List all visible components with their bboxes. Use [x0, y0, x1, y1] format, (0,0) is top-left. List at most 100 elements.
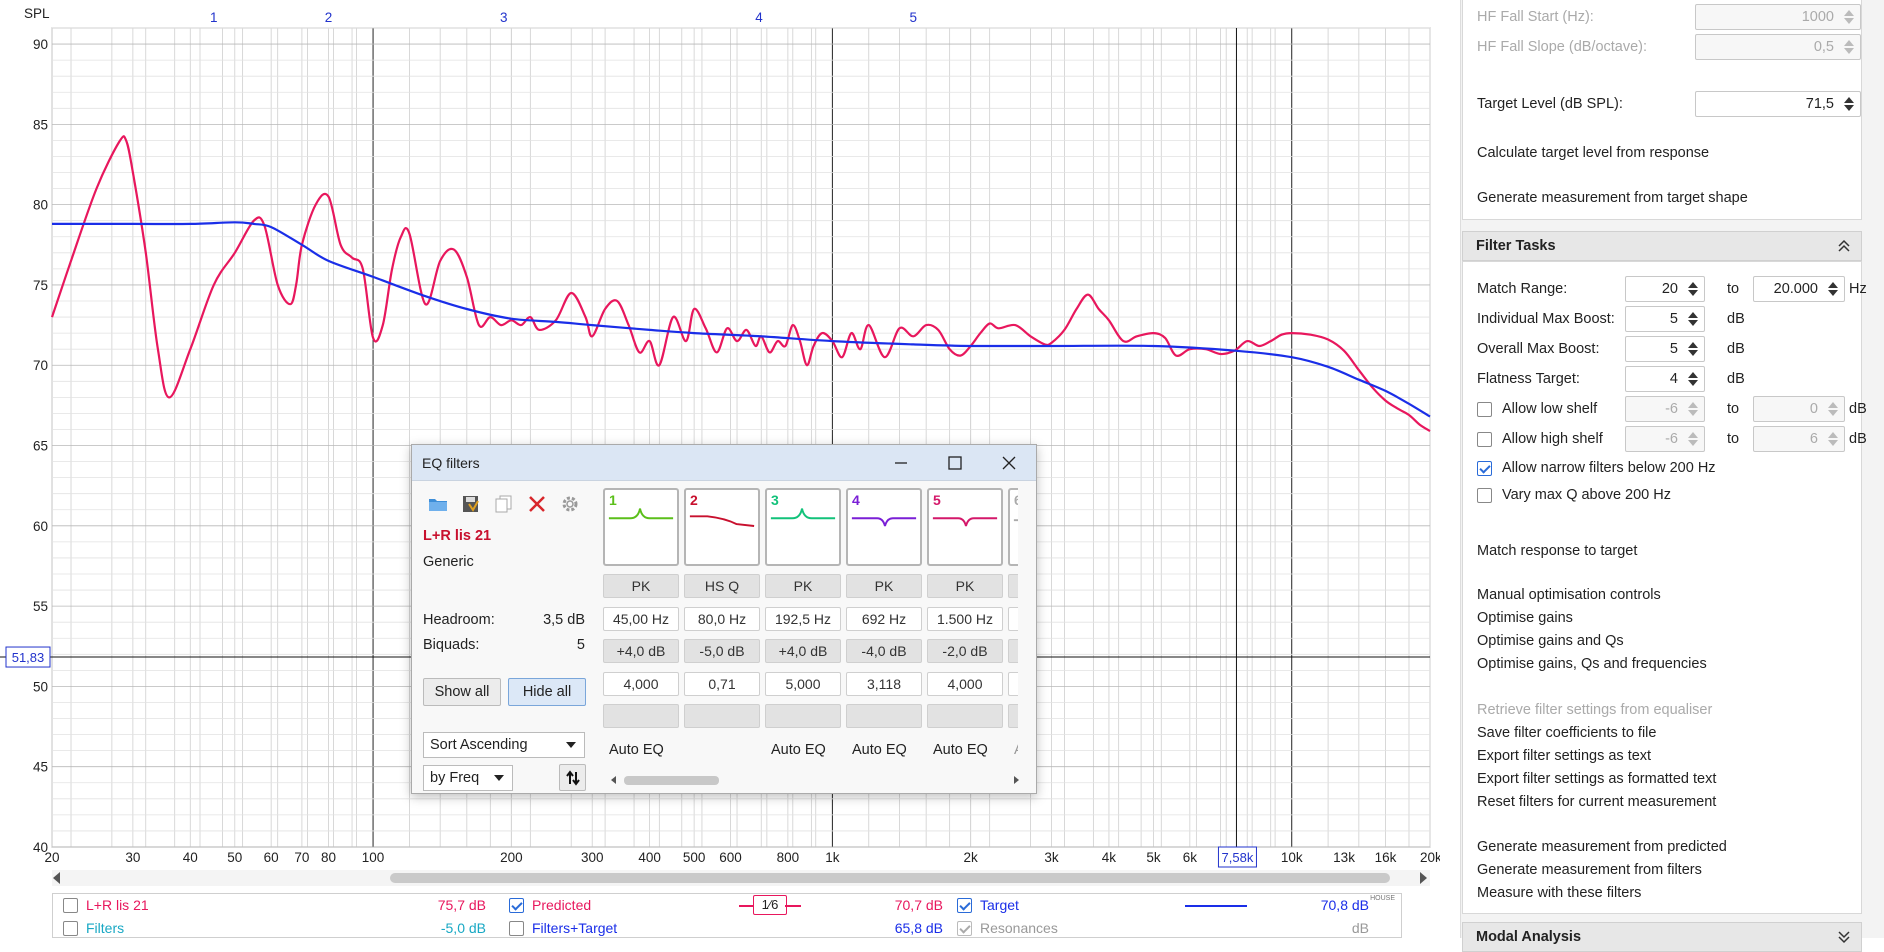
filter-gain-field[interactable]: -2,0 dB	[927, 639, 1003, 663]
scroll-right-icon[interactable]	[1011, 775, 1021, 785]
filter-type-field[interactable]: PK	[765, 574, 841, 598]
legend-item-filters-target[interactable]: Filters+Target	[509, 920, 617, 936]
modal-analysis-header[interactable]: Modal Analysis	[1462, 922, 1862, 952]
legend-checkbox-filters-target[interactable]	[509, 920, 524, 936]
filter-gain-field[interactable]: +4,0 dB	[603, 639, 679, 663]
allow-narrow-checkbox[interactable]	[1477, 460, 1492, 476]
opt-gains-qs-link[interactable]: Optimise gains and Qs	[1477, 633, 1624, 649]
allow-low-shelf[interactable]: Allow low shelf	[1477, 401, 1597, 417]
spin-arrows-icon[interactable]	[1828, 281, 1838, 297]
filter-type-field[interactable]: PK	[846, 574, 922, 598]
spin-arrows-icon[interactable]	[1688, 371, 1698, 387]
filter-card-1[interactable]: 1	[603, 488, 679, 566]
open-folder-icon[interactable]	[427, 494, 449, 514]
filter-card-2[interactable]: 2	[684, 488, 760, 566]
filter-freq-field[interactable]: 692 Hz	[846, 607, 922, 631]
filter-q-field[interactable]: 3,118	[846, 672, 922, 696]
copy-icon[interactable]	[493, 494, 515, 514]
filter-gain-field[interactable]: -5,0 dB	[684, 639, 760, 663]
spin-arrows-icon[interactable]	[1828, 431, 1838, 447]
match-range-to[interactable]: 20.000	[1753, 276, 1845, 302]
spin-arrows-icon[interactable]	[1688, 311, 1698, 327]
legend-checkbox-measurement[interactable]	[63, 897, 78, 913]
gen-from-target-link[interactable]: Generate measurement from target shape	[1477, 190, 1748, 206]
high-shelf-to[interactable]: 6	[1753, 426, 1845, 452]
filter-freq-field[interactable]: 45,00 Hz	[603, 607, 679, 631]
legend-item-predicted[interactable]: Predicted	[509, 897, 591, 913]
spin-arrows-icon[interactable]	[1844, 96, 1854, 112]
target-level-field[interactable]: 71,5	[1695, 91, 1861, 117]
legend-item-filters[interactable]: Filters	[63, 920, 124, 936]
spin-arrows-icon[interactable]	[1844, 9, 1854, 25]
match-response-link[interactable]: Match response to target	[1477, 543, 1637, 559]
flatness-target-field[interactable]: 4	[1625, 366, 1705, 392]
scrollbar-thumb[interactable]	[624, 776, 719, 785]
filter-type-field[interactable]: HS Q	[684, 574, 760, 598]
allow-narrow-filters[interactable]: Allow narrow filters below 200 Hz	[1477, 460, 1716, 476]
measure-with-filters-link[interactable]: Measure with these filters	[1477, 885, 1641, 901]
horizontal-scrollbar[interactable]	[609, 772, 1021, 788]
gen-predicted-link[interactable]: Generate measurement from predicted	[1477, 839, 1727, 855]
filter-card-5[interactable]: 5	[927, 488, 1003, 566]
allow-high-shelf[interactable]: Allow high shelf	[1477, 431, 1603, 447]
high-shelf-from[interactable]: -6	[1625, 426, 1705, 452]
ind-max-boost-field[interactable]: 5	[1625, 306, 1705, 332]
smoothing-badge[interactable]: 1⁄6	[753, 895, 787, 915]
low-shelf-from[interactable]: -6	[1625, 396, 1705, 422]
legend-item-target[interactable]: Target	[957, 897, 1019, 913]
vary-max-q-checkbox[interactable]	[1477, 487, 1492, 503]
filter-extra-field[interactable]	[1008, 704, 1018, 728]
filter-freq-field[interactable]	[1008, 607, 1018, 631]
filter-gain-field[interactable]	[1008, 639, 1018, 663]
spin-arrows-icon[interactable]	[1844, 39, 1854, 55]
filter-type-field[interactable]: PK	[927, 574, 1003, 598]
show-all-button[interactable]: Show all	[423, 678, 501, 706]
save-disk-icon[interactable]	[460, 494, 482, 514]
scroll-left-icon[interactable]	[609, 775, 619, 785]
spin-arrows-icon[interactable]	[1688, 281, 1698, 297]
filter-freq-field[interactable]: 192,5 Hz	[765, 607, 841, 631]
filter-q-field[interactable]: 4,000	[927, 672, 1003, 696]
filter-q-field[interactable]	[1008, 672, 1018, 696]
save-coeffs-link[interactable]: Save filter coefficients to file	[1477, 725, 1656, 741]
filter-type-field[interactable]	[1008, 574, 1018, 598]
settings-gear-icon[interactable]	[559, 494, 581, 514]
legend-checkbox-resonances[interactable]	[957, 920, 972, 936]
filter-extra-field[interactable]	[846, 704, 922, 728]
filter-gain-field[interactable]: +4,0 dB	[765, 639, 841, 663]
hide-all-button[interactable]: Hide all	[508, 678, 586, 706]
export-text-link[interactable]: Export filter settings as text	[1477, 748, 1651, 764]
allow-low-shelf-checkbox[interactable]	[1477, 401, 1492, 417]
hf-fall-slope-field[interactable]: 0,5	[1695, 34, 1861, 60]
filter-card-6[interactable]: 6	[1008, 488, 1018, 566]
allow-high-shelf-checkbox[interactable]	[1477, 431, 1492, 447]
filter-extra-field[interactable]	[603, 704, 679, 728]
hf-fall-start-field[interactable]: 1000	[1695, 4, 1861, 30]
legend-checkbox-filters[interactable]	[63, 920, 78, 936]
legend-item-measurement[interactable]: L+R lis 21	[63, 897, 149, 913]
filter-extra-field[interactable]	[765, 704, 841, 728]
gen-filters-link[interactable]: Generate measurement from filters	[1477, 862, 1702, 878]
export-formatted-link[interactable]: Export filter settings as formatted text	[1477, 771, 1716, 787]
filter-card-3[interactable]: 3	[765, 488, 841, 566]
overall-max-boost-field[interactable]: 5	[1625, 336, 1705, 362]
match-range-from[interactable]: 20	[1625, 276, 1705, 302]
filter-card-4[interactable]: 4	[846, 488, 922, 566]
sort-toggle-button[interactable]	[559, 764, 586, 791]
low-shelf-to[interactable]: 0	[1753, 396, 1845, 422]
expand-chevron-icon[interactable]	[1837, 930, 1851, 944]
spin-arrows-icon[interactable]	[1688, 431, 1698, 447]
legend-checkbox-predicted[interactable]	[509, 897, 524, 913]
collapse-chevron-icon[interactable]	[1837, 239, 1851, 253]
filter-freq-field[interactable]: 1.500 Hz	[927, 607, 1003, 631]
spin-arrows-icon[interactable]	[1688, 401, 1698, 417]
vary-max-q[interactable]: Vary max Q above 200 Hz	[1477, 487, 1671, 503]
filter-freq-field[interactable]: 80,0 Hz	[684, 607, 760, 631]
plot-scrollbar-thumb[interactable]	[390, 873, 1390, 883]
filter-q-field[interactable]: 0,71	[684, 672, 760, 696]
legend-item-resonances[interactable]: Resonances	[957, 920, 1058, 936]
filter-extra-field[interactable]	[684, 704, 760, 728]
delete-icon[interactable]	[526, 494, 548, 514]
filter-q-field[interactable]: 5,000	[765, 672, 841, 696]
filter-q-field[interactable]: 4,000	[603, 672, 679, 696]
